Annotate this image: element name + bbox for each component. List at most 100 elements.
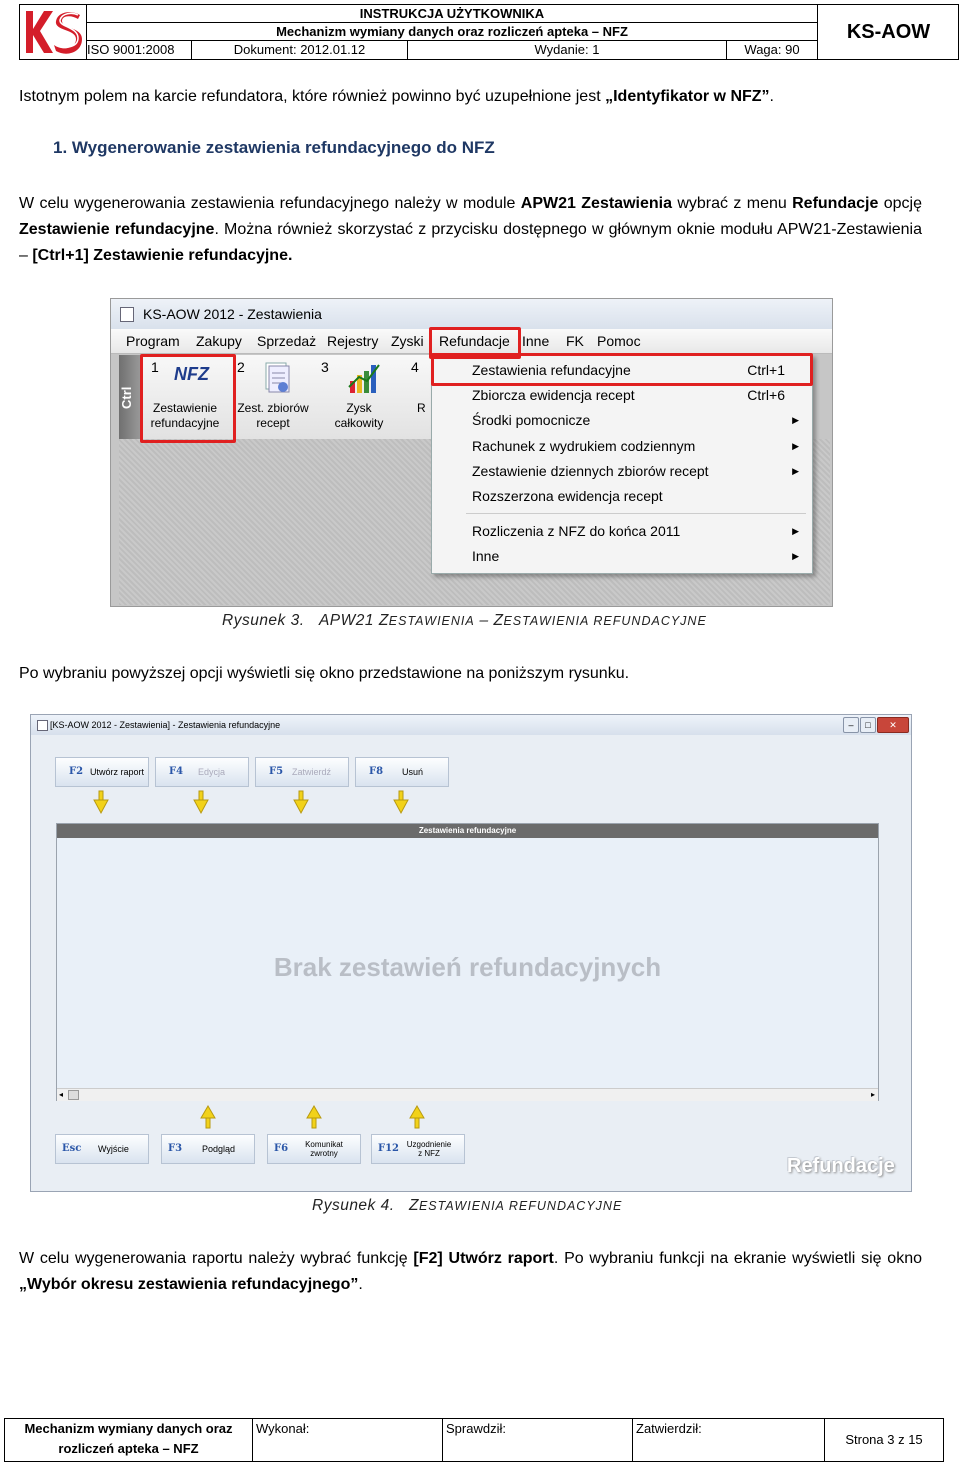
menu-item-label: Zbiorcza ewidencja recept (472, 387, 635, 403)
highlight-zestawienia-item (431, 353, 813, 386)
menu-item-label: Środki pomocnicze (472, 412, 591, 428)
footer-module-line: Mechanizm wymiany danych oraz (24, 1421, 233, 1436)
arrow-up-icons (200, 1105, 425, 1129)
p2-f: Zestawienie refundacyjne (19, 221, 215, 238)
s1-menu-pomoc[interactable]: Pomoc (597, 329, 641, 353)
close-icon[interactable]: ✕ (877, 717, 909, 733)
p2-c: wybrać z menu (671, 195, 793, 212)
s1-ctrl-sidebar: Ctrl (119, 355, 141, 439)
btn-f2-utworz-raport[interactable]: F2 Utwórz raport (55, 757, 149, 787)
btn-label: Zatwierdź (292, 767, 332, 777)
menu-item-label: Rozszerzona ewidencja recept (472, 488, 663, 504)
s1-titlebar: KS-AOW 2012 - Zestawienia (111, 299, 832, 329)
footer-divider (632, 1419, 633, 1461)
menu-item-rozszerzona-ewidencja[interactable]: Rozszerzona ewidencja recept (472, 484, 807, 509)
ks-logo-icon (23, 9, 82, 55)
s1-menu-fk[interactable]: FK (566, 329, 584, 353)
s1-sidebar-label: Ctrl (119, 386, 134, 409)
arrow-down-icons (93, 790, 409, 815)
btn-label: Edycja (198, 767, 226, 777)
s1-menu-program[interactable]: Program (126, 329, 180, 353)
tool-label: Zysk (346, 401, 372, 415)
s1-menu-zakupy[interactable]: Zakupy (196, 329, 242, 353)
btn-f6-komunikat-zwrotny[interactable]: F6 Komunikat zwrotny (267, 1134, 361, 1164)
btn-f3-podglad[interactable]: F3 Podgląd (161, 1134, 255, 1164)
menu-item-label: Rachunek z wydrukiem codziennym (472, 438, 696, 454)
btn-f8-usun[interactable]: F8 Usuń (355, 757, 449, 787)
btn-key: F5 (269, 766, 284, 777)
btn-label: Uzgodnienie z NFZ (404, 1140, 454, 1158)
btn-esc-wyjscie[interactable]: Esc Wyjście (55, 1134, 149, 1164)
btn-label-line: Uzgodnienie (406, 1140, 452, 1149)
s1-menu-zyski[interactable]: Zyski (391, 329, 424, 353)
panel-list-area[interactable]: Brak zestawień refundacyjnych (57, 838, 878, 1088)
s1-tool-zysk[interactable]: 3 Zysk całkowity (317, 355, 401, 439)
p4-c: . Po wybraniu funkcji na ekranie wyświet… (553, 1250, 922, 1267)
empty-state-text: Brak zestawień refundacyjnych (273, 952, 662, 982)
s1-refundacje-dropdown: Zestawienia refundacyjne Ctrl+1 Zbiorcza … (431, 354, 813, 574)
zestawienia-panel: Zestawienia refundacyjne Brak zestawień … (56, 823, 879, 1101)
p4-d: „Wybór okresu zestawienia refundacyjnego… (19, 1276, 359, 1293)
btn-key: F2 (69, 766, 84, 777)
btn-label: Podgląd (202, 1144, 236, 1154)
tool-label: recept (256, 416, 290, 430)
paragraph-1: Istotnym polem na karcie refundatora, kt… (19, 84, 922, 110)
maximize-icon[interactable]: □ (860, 717, 876, 733)
btn-label-line: Komunikat (305, 1140, 343, 1149)
footer-module-line: rozliczeń apteka – NFZ (58, 1441, 199, 1456)
tool-number: 2 (237, 359, 245, 375)
horizontal-scrollbar[interactable]: ◂ ▸ (57, 1088, 878, 1101)
footer-sprawdzil: Sprawdził: (446, 1421, 506, 1436)
menu-item-inne[interactable]: Inne ▶ (472, 544, 807, 569)
btn-label-line: zwrotny (310, 1149, 338, 1158)
btn-key: F8 (369, 766, 384, 777)
menu-item-zestawienie-dziennych[interactable]: Zestawienie dziennych zbiorów recept ▶ (472, 459, 807, 484)
p1-text: Istotnym polem na karcie refundatora, kt… (19, 88, 606, 105)
menu-item-label: Inne (472, 548, 500, 564)
btn-f5-zatwierdz[interactable]: F5 Zatwierdź (255, 757, 349, 787)
caption-part: APW21 Z (318, 612, 389, 629)
menu-item-rachunek[interactable]: Rachunek z wydrukiem codziennym ▶ (472, 434, 807, 459)
scroll-left-icon[interactable]: ◂ (59, 1090, 63, 1099)
paragraph-4: W celu wygenerowania raportu należy wybr… (19, 1246, 922, 1298)
header-weight: Waga: 90 (744, 42, 800, 57)
scroll-thumb[interactable] (68, 1090, 79, 1100)
tool-label: R (417, 401, 426, 415)
btn-label: Wyjście (98, 1144, 129, 1154)
p2-e: opcję (878, 195, 922, 212)
tool-label: całkowity (334, 416, 384, 430)
submenu-arrow-icon: ▶ (792, 415, 799, 425)
paragraph-2: W celu wygenerowania zestawienia refunda… (19, 191, 922, 269)
s1-tool-zbiory[interactable]: 2 Zest. zbiorów recept (233, 355, 313, 439)
minimize-icon[interactable]: – (843, 717, 859, 733)
caption-part: ESTAWIENIA REFUNDACYJNE (418, 1199, 623, 1213)
btn-key: F12 (378, 1143, 400, 1154)
header-edition: Wydanie: 1 (408, 41, 727, 59)
footer-module: Mechanizm wymiany danych oraz rozliczeń a… (5, 1419, 253, 1461)
p1-end: . (769, 88, 774, 105)
btn-label: Komunikat zwrotny (304, 1140, 344, 1158)
scroll-right-icon[interactable]: ▸ (871, 1090, 875, 1099)
refundacje-watermark: Refundacje (787, 1155, 895, 1177)
btn-f4-edycja[interactable]: F4 Edycja (155, 757, 249, 787)
s1-menu-inne[interactable]: Inne (522, 329, 549, 353)
s1-menu-sprzedaz[interactable]: Sprzedaż (257, 329, 316, 353)
menu-item-zbiorcza-ewidencja[interactable]: Zbiorcza ewidencja recept Ctrl+6 (472, 383, 807, 408)
btn-key: F3 (168, 1143, 183, 1154)
paragraph-3: Po wybraniu powyższej opcji wyświetli si… (19, 665, 630, 682)
caption-number: Rysunek 3. (222, 612, 305, 629)
s1-menu-rejestry[interactable]: Rejestry (327, 329, 378, 353)
s2-app-icon (37, 720, 48, 731)
footer-zatwierdzil: Zatwierdził: (636, 1421, 702, 1436)
btn-key: F6 (274, 1143, 289, 1154)
p4-e: . (358, 1276, 363, 1293)
p2-b: APW21 Zestawienia (520, 195, 672, 212)
btn-f12-uzgodnienie-nfz[interactable]: F12 Uzgodnienie z NFZ (371, 1134, 465, 1164)
s2-titlebar: [KS-AOW 2012 - Zestawienia] - Zestawieni… (31, 715, 911, 735)
caption-part: ESTAWIENIA (388, 614, 475, 628)
tool-label: Zest. zbiorów (237, 401, 309, 415)
btn-label: Utwórz raport (90, 767, 145, 777)
menu-item-srodki-pomocnicze[interactable]: Środki pomocnicze ▶ (472, 408, 807, 433)
caption-number: Rysunek 4. (312, 1197, 395, 1214)
menu-item-rozliczenia-nfz[interactable]: Rozliczenia z NFZ do końca 2011 ▶ (472, 519, 807, 544)
